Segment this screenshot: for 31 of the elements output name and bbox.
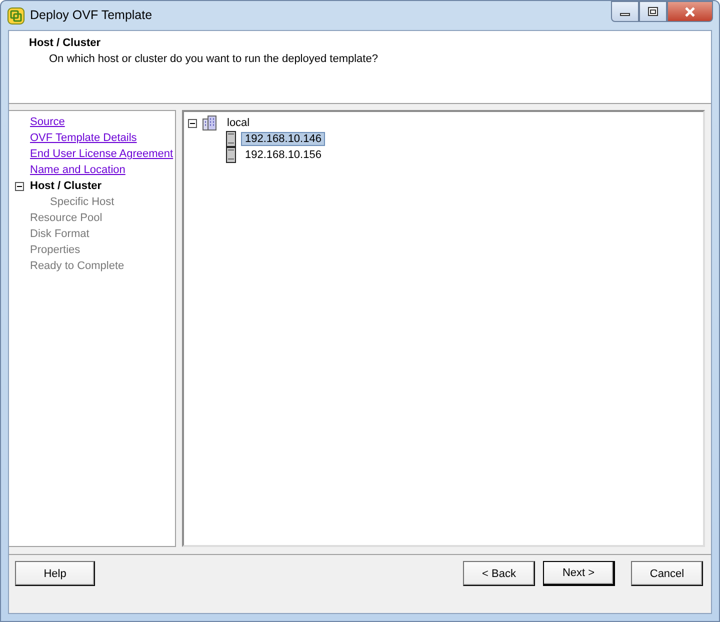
app-icon: [7, 7, 25, 25]
close-icon: [684, 6, 696, 16]
step-label: Ready to Complete: [30, 260, 124, 272]
step-label: Specific Host: [50, 196, 114, 208]
tree-item[interactable]: 192.168.10.156: [241, 148, 326, 162]
step-link[interactable]: Source: [30, 116, 65, 128]
step-label: Host / Cluster: [30, 180, 102, 192]
collapse-icon[interactable]: [15, 182, 24, 190]
building-icon: [202, 115, 218, 131]
cancel-button[interactable]: Cancel: [631, 561, 703, 586]
tree-item[interactable]: 192.168.10.146: [241, 132, 326, 146]
step-link[interactable]: Name and Location: [30, 164, 126, 176]
step-title: Host / Cluster: [29, 37, 102, 49]
collapse-icon[interactable]: [188, 118, 197, 128]
maximize-icon: [648, 7, 658, 16]
server-icon: [226, 131, 236, 147]
server-icon: [226, 147, 236, 163]
step-link[interactable]: OVF Template Details: [30, 132, 137, 144]
maximize-button[interactable]: [639, 1, 667, 22]
step-label: Resource Pool: [30, 212, 102, 224]
help-button[interactable]: Help: [15, 561, 95, 586]
next-button[interactable]: Next >: [543, 561, 615, 586]
step-label: Disk Format: [30, 228, 90, 240]
tree-item[interactable]: local: [223, 116, 254, 130]
step-description: On which host or cluster do you want to run the deployed template?: [49, 53, 379, 65]
minimize-button[interactable]: [611, 1, 639, 22]
back-button[interactable]: < Back: [463, 561, 535, 586]
step-link[interactable]: End User License Agreement: [30, 148, 174, 160]
close-button[interactable]: [667, 1, 713, 22]
window-title: Deploy OVF Template: [30, 8, 152, 22]
step-label: Properties: [30, 244, 80, 256]
